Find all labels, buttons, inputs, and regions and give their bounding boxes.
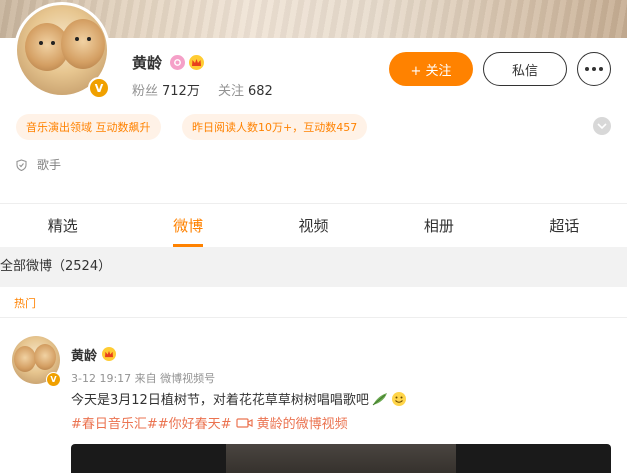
post-verified-mark: V bbox=[50, 375, 57, 384]
post-source: 来自 微博视频号 bbox=[134, 372, 216, 385]
fans-label: 粉丝 bbox=[132, 84, 159, 99]
tab-weibo[interactable]: 微博 bbox=[125, 204, 250, 247]
post-text: 今天是3月12日植树节，对着花花草草树树唱唱歌吧 bbox=[71, 389, 407, 408]
tab-video[interactable]: 视频 bbox=[251, 204, 376, 247]
dog-right-image bbox=[61, 19, 105, 69]
leaf-emoji-icon bbox=[372, 392, 387, 405]
chevron-down-icon[interactable] bbox=[593, 117, 611, 135]
video-link[interactable]: 黄龄的微博视频 bbox=[257, 413, 348, 432]
member-badge-icon[interactable] bbox=[170, 55, 185, 70]
following-label: 关注 bbox=[217, 84, 244, 99]
video-frame bbox=[226, 444, 456, 473]
profile-name: 黄龄 bbox=[132, 54, 163, 72]
shield-icon bbox=[16, 158, 27, 171]
verified-mark: V bbox=[94, 81, 104, 95]
post-author[interactable]: 黄龄 bbox=[71, 345, 97, 364]
hot-label: 热门 bbox=[14, 297, 36, 310]
smile-emoji-icon bbox=[391, 391, 406, 406]
fans-count[interactable]: 712万 bbox=[162, 84, 200, 99]
following-count[interactable]: 682 bbox=[248, 84, 273, 99]
post-verified-badge-icon: V bbox=[46, 372, 61, 387]
tab-album[interactable]: 相册 bbox=[376, 204, 501, 247]
post-crown-icon[interactable] bbox=[102, 347, 116, 361]
profile-stats: 粉丝 712万 关注 682 bbox=[132, 80, 287, 99]
video-link-icon bbox=[235, 417, 253, 428]
all-weibo-filter[interactable]: 全部微博（2524） bbox=[0, 247, 627, 287]
follow-button[interactable]: + 关注 bbox=[389, 52, 473, 86]
tag-yesterday-reads[interactable]: 昨日阅读人数10万+，互动数457 bbox=[182, 114, 368, 140]
tab-featured[interactable]: 精选 bbox=[0, 204, 125, 247]
divider bbox=[0, 317, 627, 318]
tab-supertopic[interactable]: 超话 bbox=[502, 204, 627, 247]
profile-tabs: 精选 微博 视频 相册 超话 bbox=[0, 203, 627, 247]
tag-music-interaction[interactable]: 音乐演出领域 互动数飙升 bbox=[16, 114, 161, 140]
verified-badge-icon: V bbox=[88, 77, 110, 99]
occupation-label: 歌手 bbox=[37, 158, 62, 172]
post-text-content: 今天是3月12日植树节，对着花花草草树树唱唱歌吧 bbox=[71, 393, 369, 408]
post-hashtags: #春日音乐汇##你好春天# 黄龄的微博视频 bbox=[71, 413, 348, 432]
hashtag-links[interactable]: #春日音乐汇##你好春天# bbox=[71, 413, 232, 432]
post-time[interactable]: 3-12 19:17 bbox=[71, 372, 131, 385]
all-weibo-label: 全部微博（2524） bbox=[0, 259, 112, 274]
video-player[interactable] bbox=[71, 444, 611, 473]
message-button[interactable]: 私信 bbox=[483, 52, 567, 86]
post-meta: 3-12 19:17 来自 微博视频号 bbox=[71, 370, 215, 386]
occupation-row: 歌手 bbox=[16, 156, 61, 173]
crown-icon[interactable] bbox=[189, 55, 204, 70]
more-icon[interactable] bbox=[577, 52, 611, 86]
